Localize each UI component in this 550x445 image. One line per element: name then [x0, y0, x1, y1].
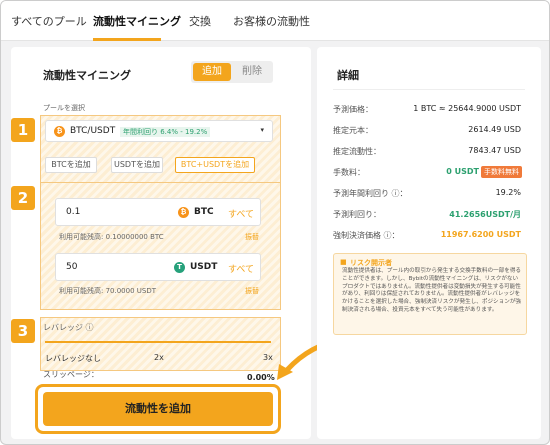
btc-available-balance: 利用可能残高: 0.10000000 BTC [59, 233, 164, 241]
leverage-2x-label: 2x [154, 353, 164, 362]
risk-text: 流動性提供者は、プール内の取引から発生する交換手数料の一部を得ることができます。… [342, 268, 522, 313]
btc-amount-input[interactable]: 0.1 ₿ BTC すべて [55, 198, 261, 226]
pool-pair: BTC/USDT [70, 126, 116, 136]
leverage-label: レバレッジ ⓘ [43, 323, 94, 332]
fee-label: 手数料： [333, 168, 365, 177]
usdt-coin-icon: T [174, 262, 185, 273]
btc-transfer-link[interactable]: 振替 [245, 232, 259, 242]
app-window: すべてのプール 流動性マイニング 交換 お客様の流動性 流動性マイニング 追加 … [0, 0, 550, 445]
estimated-apr-value: 19.2% [495, 188, 521, 197]
risk-title: リスク開示者 [350, 259, 392, 267]
liquidation-price-label: 強制決済価格 ⓘ： [333, 231, 400, 240]
btc-max-button[interactable]: すべて [228, 207, 254, 220]
estimated-yield-label: 予測利回り： [333, 210, 381, 219]
estimated-price-label: 予測価格： [333, 105, 373, 114]
leverage-none-label: レバレッジなし [45, 354, 101, 363]
btc-coin-icon: ₿ [178, 207, 189, 218]
fee-free-badge: 手数料無料 [481, 166, 522, 178]
tab-my-liquidity[interactable]: お客様の流動性 [233, 13, 310, 29]
pool-select-label: プールを選択 [43, 104, 85, 112]
pool-apr: 年間利回り 6.4% - 19.2% [120, 127, 211, 137]
add-liquidity-button[interactable]: 流動性を追加 [43, 392, 273, 426]
warning-icon: ■ [340, 258, 347, 266]
step-1-badge: 1 [11, 118, 35, 142]
liquidity-mining-panel: 流動性マイニング 追加 削除 プールを選択 ₿ BTC/USDT 年間利回り 6… [11, 47, 311, 439]
risk-disclosure: ■ リスク開示者 流動性提供者は、プール内の取引から発生する交換手数料の一部を得… [333, 253, 527, 335]
add-mode-button[interactable]: 追加 [193, 63, 231, 81]
leverage-slider[interactable] [45, 341, 271, 343]
add-btc-chip[interactable]: BTCを追加 [45, 157, 97, 173]
remove-mode-button[interactable]: 削除 [233, 63, 271, 81]
estimated-principal-label: 推定元本： [333, 126, 373, 135]
add-both-chip[interactable]: BTC+USDTを追加 [175, 157, 255, 173]
divider [333, 89, 525, 90]
btc-amount-value: 0.1 [66, 207, 81, 217]
slippage-label: スリッページ： [43, 370, 99, 379]
add-usdt-chip[interactable]: USDTを追加 [111, 157, 163, 173]
usdt-amount-input[interactable]: 50 T USDT すべて [55, 253, 261, 281]
estimated-principal-value: 2614.49 USD [468, 125, 521, 134]
btc-coin-icon: ₿ [54, 126, 65, 137]
liquidation-price-value: 11967.6200 USDT [440, 230, 521, 239]
estimated-liquidity-label: 推定流動性： [333, 147, 381, 156]
panel-title: 流動性マイニング [43, 69, 131, 82]
estimated-apr-label: 予測年間利回り ⓘ： [333, 189, 408, 198]
estimated-yield-value: 41.2656USDT/月 [449, 210, 521, 219]
tab-liquidity-mining[interactable]: 流動性マイニング [93, 13, 181, 29]
usdt-available-balance: 利用可能残高: 70.0000 USDT [59, 287, 156, 295]
tab-all-pools[interactable]: すべてのプール [11, 13, 87, 29]
fee-value: 0 USDT [446, 167, 479, 176]
step-3-badge: 3 [11, 319, 35, 343]
details-panel: 詳細 予測価格： 1 BTC ≈ 25644.9000 USDT 推定元本： 2… [317, 47, 541, 439]
estimated-price-value: 1 BTC ≈ 25644.9000 USDT [413, 104, 521, 113]
active-tab-indicator [93, 38, 161, 41]
btc-symbol: BTC [194, 207, 214, 217]
top-navigation: すべてのプール 流動性マイニング 交換 お客様の流動性 [1, 1, 549, 41]
chevron-down-icon: ▾ [260, 126, 264, 134]
add-remove-toggle: 追加 削除 [191, 61, 273, 83]
pool-select-dropdown[interactable]: ₿ BTC/USDT 年間利回り 6.4% - 19.2% ▾ [45, 120, 273, 142]
usdt-max-button[interactable]: すべて [228, 262, 254, 275]
usdt-amount-value: 50 [66, 262, 78, 272]
usdt-transfer-link[interactable]: 振替 [245, 286, 259, 296]
details-title: 詳細 [337, 69, 359, 82]
usdt-symbol: USDT [190, 262, 218, 272]
step-2-badge: 2 [11, 186, 35, 210]
tab-swap[interactable]: 交換 [189, 13, 211, 29]
estimated-liquidity-value: 7843.47 USD [468, 146, 521, 155]
